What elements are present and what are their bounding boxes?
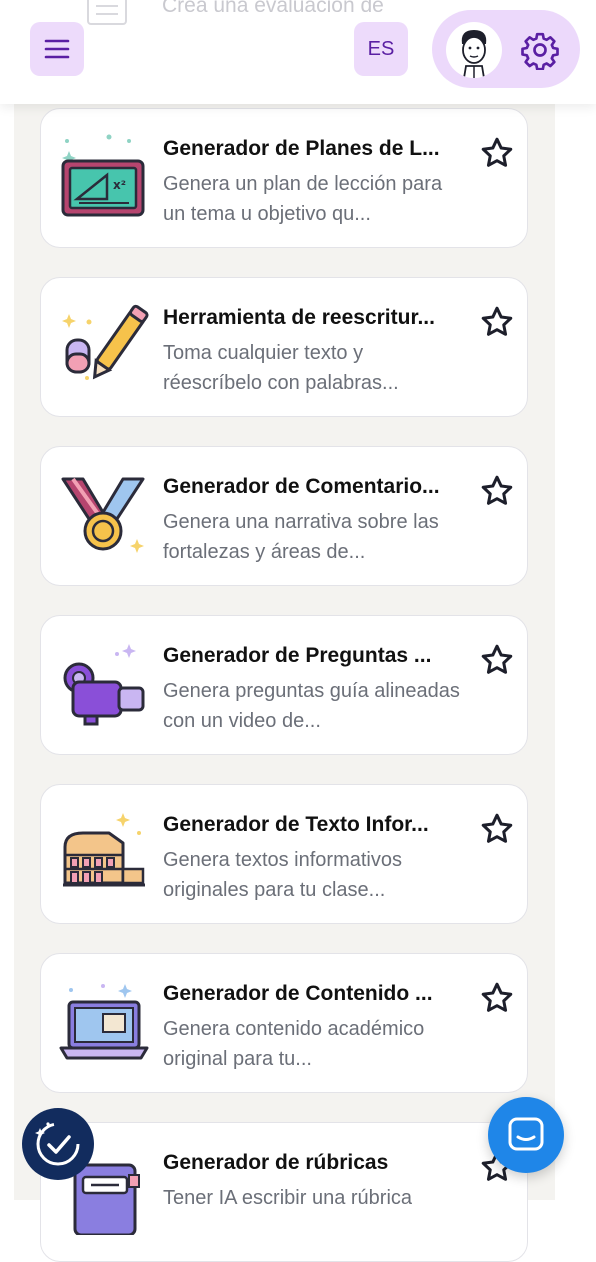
- medal-icon: [61, 477, 145, 553]
- accessibility-badge[interactable]: [22, 1108, 94, 1180]
- video-camera-icon: [63, 644, 145, 726]
- card-description: Tener IA escribir una rúbrica: [163, 1187, 413, 1209]
- tool-card-rewriter[interactable]: Herramienta de reescritur... Toma cualqu…: [40, 277, 528, 417]
- avatar[interactable]: [446, 22, 502, 78]
- tool-card-lesson-plan[interactable]: x² Generador de Planes de L... Genera un…: [40, 108, 528, 248]
- language-button[interactable]: ES: [354, 22, 408, 76]
- tool-card-comments[interactable]: Generador de Comentario... Genera una na…: [40, 446, 528, 586]
- card-description: Genera preguntas guía alineadas con un v…: [163, 680, 460, 732]
- tool-card-academic-content[interactable]: Generador de Contenido ... Genera conten…: [40, 953, 528, 1093]
- chalkboard-icon: x²: [61, 134, 145, 217]
- avatar-caricature-icon: [461, 30, 487, 78]
- colosseum-icon: [63, 813, 145, 887]
- laptop-icon: [59, 984, 149, 1060]
- card-description: Genera un plan de lección para un tema u…: [163, 173, 443, 225]
- document-icon: [87, 0, 127, 25]
- pencil-eraser-icon: [62, 304, 149, 380]
- tool-card-rubrics[interactable]: Generador de rúbricas Tener IA escribir …: [40, 1122, 528, 1262]
- chat-icon: [508, 1117, 544, 1151]
- card-title: Generador de Contenido ...: [163, 982, 433, 1005]
- card-title: Generador de Comentario...: [163, 475, 440, 498]
- star-icon[interactable]: [479, 642, 515, 678]
- top-bar: Crea una evaluación de ES: [0, 0, 596, 104]
- card-title: Herramienta de reescritur...: [163, 306, 435, 329]
- gear-icon[interactable]: [520, 30, 560, 70]
- checkmark-sparkle-icon: [35, 1122, 80, 1166]
- star-icon[interactable]: [479, 980, 515, 1016]
- card-description: Toma cualquier texto y réescríbelo con p…: [163, 342, 399, 394]
- tool-card-questions[interactable]: Generador de Preguntas ... Genera pregun…: [40, 615, 528, 755]
- card-description: Genera una narrativa sobre las fortaleza…: [163, 511, 439, 563]
- card-title: Generador de Planes de L...: [163, 137, 440, 160]
- star-icon[interactable]: [479, 304, 515, 340]
- card-title: Generador de Texto Infor...: [163, 813, 429, 836]
- card-description: Genera textos informativos originales pa…: [163, 849, 402, 901]
- chat-launcher-button[interactable]: [488, 1097, 564, 1173]
- hamburger-icon: [44, 39, 70, 59]
- scrolled-card-title: Crea una evaluación de: [162, 0, 384, 17]
- card-title: Generador de rúbricas: [163, 1151, 389, 1174]
- star-icon[interactable]: [479, 811, 515, 847]
- star-icon[interactable]: [479, 135, 515, 171]
- card-description: Genera contenido académico original para…: [163, 1018, 425, 1070]
- svg-text:x²: x²: [113, 178, 126, 192]
- menu-button[interactable]: [30, 22, 84, 76]
- tool-card-informative-text[interactable]: Generador de Texto Infor... Genera texto…: [40, 784, 528, 924]
- card-title: Generador de Preguntas ...: [163, 644, 432, 667]
- star-icon[interactable]: [479, 473, 515, 509]
